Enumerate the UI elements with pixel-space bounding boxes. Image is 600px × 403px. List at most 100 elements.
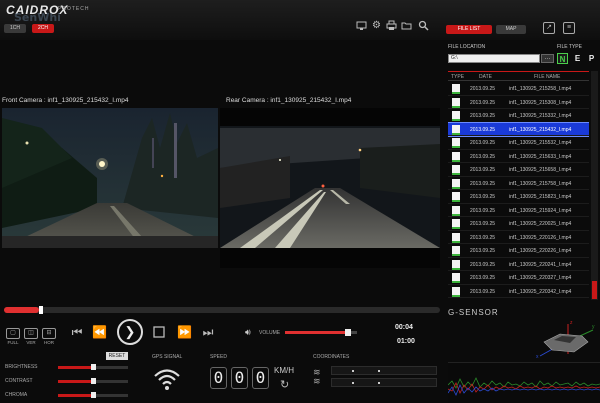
contrast-handle[interactable] xyxy=(91,378,96,384)
video-file-icon xyxy=(452,111,460,121)
file-row[interactable]: 2013.09.25 inf1_130925_215532_I.mp4 xyxy=(448,136,589,150)
view-vertical-button[interactable]: ◫ VER xyxy=(24,328,38,345)
contrast-level xyxy=(58,380,93,383)
svg-text:x: x xyxy=(536,354,539,360)
column-type[interactable]: TYPE xyxy=(451,74,464,80)
reset-button[interactable]: RESET xyxy=(106,352,128,360)
file-name: inf1_130925_220226_I.mp4 xyxy=(509,248,572,254)
file-row[interactable]: 2013.09.25 inf1_130925_220226_I.mp4 xyxy=(448,244,589,258)
skip-last-icon[interactable]: ⏭ xyxy=(201,325,215,339)
skip-first-icon[interactable]: ⏮ xyxy=(70,325,84,339)
column-file-name[interactable]: FILE NAME xyxy=(534,74,560,80)
timeline-handle[interactable] xyxy=(38,306,43,314)
folder-icon[interactable] xyxy=(401,20,412,31)
file-type-parking[interactable]: P xyxy=(586,53,597,64)
scrollbar-thumb[interactable] xyxy=(592,281,597,299)
file-row[interactable]: 2013.09.25 inf1_130925_220126_I.mp4 xyxy=(448,231,589,244)
video-file-icon xyxy=(452,192,460,202)
file-row[interactable]: 2013.09.25 inf1_130925_215633_I.mp4 xyxy=(448,150,589,163)
play-button[interactable]: ❯ xyxy=(117,319,143,345)
file-date: 2013.09.25 xyxy=(470,275,496,281)
latitude-field xyxy=(331,366,437,375)
file-name: inf1_130925_215432_I.mp4 xyxy=(509,126,572,133)
file-row[interactable]: 2013.09.25 inf1_130925_215658_I.mp4 xyxy=(448,163,589,177)
view-full-button[interactable]: ▢ FULL xyxy=(6,328,20,345)
refresh-icon[interactable]: ↻ xyxy=(280,378,289,391)
latitude-separator xyxy=(352,370,354,372)
file-row[interactable]: 2013.09.25 inf1_130925_215823_I.mp4 xyxy=(448,190,589,204)
file-type-normal[interactable]: N xyxy=(557,53,568,64)
file-row[interactable]: 2013.09.25 inf1_130925_215924_I.mp4 xyxy=(448,204,589,217)
video-file-icon xyxy=(452,178,460,189)
rear-camera-view[interactable] xyxy=(220,108,440,268)
gps-signal-icon xyxy=(152,366,182,392)
video-file-icon xyxy=(452,232,460,243)
two-channel-button[interactable]: 2CH xyxy=(32,24,54,33)
file-row[interactable]: 2013.09.25 inf1_130925_220241_I.mp4 xyxy=(448,258,589,271)
file-name: inf1_130925_215633_I.mp4 xyxy=(509,153,572,160)
speed-label: SPEED xyxy=(210,354,227,360)
gear-icon[interactable]: ⚙ xyxy=(371,20,382,31)
file-list-header: TYPE DATE FILE NAME xyxy=(448,71,589,81)
video-file-icon xyxy=(452,97,460,108)
file-row[interactable]: 2013.09.25 inf1_130925_215332_I.mp4 xyxy=(448,109,589,123)
file-row[interactable]: 2013.09.25 inf1_130925_215758_I.mp4 xyxy=(448,177,589,190)
file-name: inf1_130925_220025_I.mp4 xyxy=(509,221,572,227)
file-list-scrollbar[interactable] xyxy=(591,71,598,300)
latitude-separator xyxy=(378,370,380,372)
front-camera-view[interactable] xyxy=(2,108,218,248)
file-type-event[interactable]: E xyxy=(572,53,583,64)
current-time: 00:04 xyxy=(395,324,413,331)
document-icon[interactable]: ≡ xyxy=(563,22,575,34)
file-name: inf1_130925_215924_I.mp4 xyxy=(509,207,572,214)
file-name: inf1_130925_220241_I.mp4 xyxy=(509,261,572,268)
monitor-icon[interactable] xyxy=(356,20,367,31)
tab-map[interactable]: MAP xyxy=(496,25,526,34)
file-name: inf1_130925_215258_I.mp4 xyxy=(509,86,572,92)
video-file-icon xyxy=(452,259,460,270)
tab-file-list[interactable]: FILE LIST xyxy=(446,25,492,34)
export-icon[interactable]: ↗ xyxy=(543,22,555,34)
file-date: 2013.09.25 xyxy=(470,234,496,241)
contrast-label: CONTRAST xyxy=(5,378,33,384)
speed-unit: KM/H xyxy=(274,366,294,375)
file-row[interactable]: 2013.09.25 inf1_130925_220327_I.mp4 xyxy=(448,271,589,285)
browse-button[interactable]: … xyxy=(541,54,554,63)
file-list: 2013.09.25 inf1_130925_215258_I.mp4 2013.0… xyxy=(448,82,589,300)
file-name: inf1_130925_220126_I.mp4 xyxy=(509,234,572,241)
brightness-handle[interactable] xyxy=(91,364,96,370)
stop-icon[interactable] xyxy=(152,325,166,339)
speed-digit: 0 xyxy=(231,367,248,389)
volume-handle[interactable] xyxy=(345,329,352,336)
timeline-track[interactable] xyxy=(4,307,440,313)
file-row[interactable]: 2013.09.25 inf1_130925_215258_I.mp4 xyxy=(448,82,589,96)
file-row[interactable]: 2013.09.25 inf1_130925_220025_I.mp4 xyxy=(448,217,589,231)
volume-label: VOLUME xyxy=(259,330,281,336)
app-logo-sub: PROTECH xyxy=(58,6,90,12)
file-row[interactable]: 2013.09.25 inf1_130925_220342_I.mp4 xyxy=(448,285,589,298)
chroma-handle[interactable] xyxy=(91,392,96,398)
file-date: 2013.09.25 xyxy=(470,207,496,214)
coordinates-icon: ≋ ≋ xyxy=(313,367,321,386)
fast-forward-icon[interactable]: ⏩ xyxy=(177,325,192,339)
file-date: 2013.09.25 xyxy=(470,167,496,173)
file-location-input[interactable]: G:\ xyxy=(448,54,540,63)
volume-icon[interactable]: 🔊︎ xyxy=(245,327,251,338)
file-date: 2013.09.25 xyxy=(470,140,496,146)
longitude-field xyxy=(331,378,437,387)
video-file-icon xyxy=(452,124,460,135)
file-date: 2013.09.25 xyxy=(470,261,496,268)
column-date[interactable]: DATE xyxy=(479,74,492,80)
rewind-icon[interactable]: ⏪ xyxy=(92,325,107,339)
file-row[interactable]: 2013.09.25 inf1_130925_215432_I.mp4 xyxy=(448,121,589,137)
file-date: 2013.09.25 xyxy=(470,288,496,295)
file-name: inf1_130925_215332_I.mp4 xyxy=(509,113,572,119)
rear-camera-label: Rear Camera : inf1_130925_215432_I.mp4 xyxy=(226,97,352,104)
one-channel-button[interactable]: 1CH xyxy=(4,24,26,33)
file-row[interactable]: 2013.09.25 inf1_130925_215308_I.mp4 xyxy=(448,96,589,109)
print-icon[interactable] xyxy=(386,20,397,31)
chroma-level xyxy=(58,394,93,397)
search-icon[interactable] xyxy=(418,20,429,31)
brightness-level xyxy=(58,366,93,369)
view-horizontal-button[interactable]: ⊟ HOR xyxy=(42,328,56,345)
